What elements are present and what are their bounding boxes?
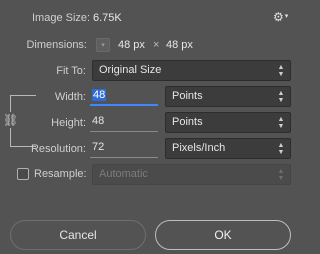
image-size-label: Image Size: bbox=[32, 12, 91, 24]
chevron-down-icon: ▾ bbox=[101, 42, 105, 49]
resolution-label: Resolution: bbox=[30, 143, 86, 155]
chevron-updown-icon: ▲ ▼ bbox=[277, 115, 285, 130]
resample-label: Resample: bbox=[34, 168, 87, 180]
chevron-updown-icon: ▲ ▼ bbox=[277, 89, 285, 104]
resolution-unit-select[interactable]: Pixels/Inch ▲ ▼ bbox=[165, 138, 291, 159]
resolution-input-value: 72 bbox=[92, 141, 105, 153]
resolution-unit-value: Pixels/Inch bbox=[172, 142, 226, 154]
width-label: Width: bbox=[54, 91, 86, 103]
height-input[interactable]: 48 bbox=[90, 112, 158, 132]
fit-to-label: Fit To: bbox=[56, 65, 86, 77]
width-unit-value: Points bbox=[172, 90, 203, 102]
cancel-button[interactable]: Cancel bbox=[10, 220, 146, 250]
height-unit-value: Points bbox=[172, 116, 203, 128]
dimensions-unit-dropdown[interactable]: ▾ bbox=[96, 38, 110, 52]
settings-gear-button[interactable]: ⚙▾ bbox=[273, 10, 291, 24]
resample-checkbox[interactable] bbox=[17, 168, 29, 180]
resample-method-value: Automatic bbox=[99, 168, 148, 180]
width-unit-select[interactable]: Points ▲ ▼ bbox=[165, 86, 291, 107]
chevron-down-icon: ▾ bbox=[284, 13, 289, 20]
dimensions-separator: × bbox=[153, 39, 160, 51]
height-input-value: 48 bbox=[92, 115, 105, 127]
width-input-value: 48 bbox=[92, 89, 107, 101]
gear-icon: ⚙ bbox=[273, 10, 284, 24]
chevron-updown-icon: ▲ ▼ bbox=[277, 141, 285, 156]
width-input[interactable]: 48 bbox=[90, 86, 158, 106]
chevron-updown-icon: ▲ ▼ bbox=[277, 63, 285, 78]
image-size-value: 6.75K bbox=[93, 12, 122, 24]
dimensions-label: Dimensions: bbox=[26, 39, 87, 51]
fit-to-select[interactable]: Original Size ▲ ▼ bbox=[92, 60, 291, 81]
resample-method-select[interactable]: Automatic ▲ ▼ bbox=[92, 164, 291, 185]
ok-button[interactable]: OK bbox=[155, 220, 291, 250]
dimensions-height-value: 48 px bbox=[166, 39, 193, 51]
chevron-updown-icon: ▲ ▼ bbox=[277, 167, 285, 182]
resolution-input[interactable]: 72 bbox=[90, 138, 158, 158]
fit-to-selected-value: Original Size bbox=[99, 64, 162, 76]
dimensions-width-value: 48 px bbox=[118, 39, 145, 51]
height-label: Height: bbox=[51, 117, 86, 129]
height-unit-select[interactable]: Points ▲ ▼ bbox=[165, 112, 291, 133]
